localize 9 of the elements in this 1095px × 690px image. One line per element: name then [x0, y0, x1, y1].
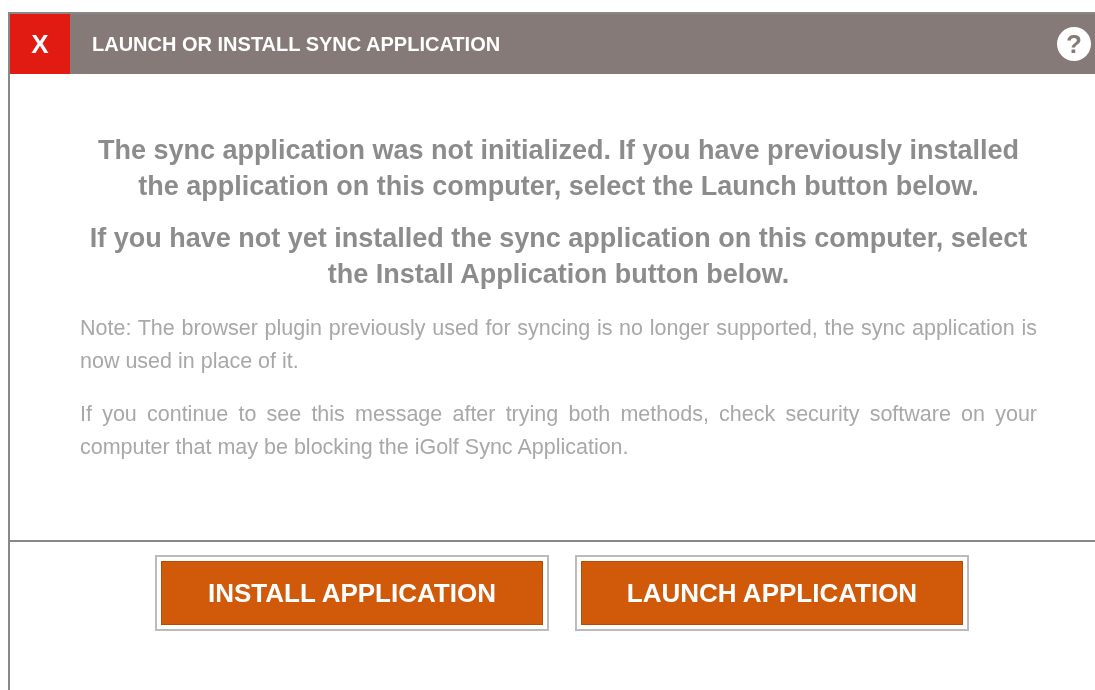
help-button[interactable]: ? [1057, 27, 1091, 61]
dialog-title: LAUNCH OR INSTALL SYNC APPLICATION [92, 32, 502, 56]
instruction-text: The sync application was not initialized. If you have previously installed the application on this computer, select the Launch button below. [96, 134, 1021, 203]
action-button[interactable]: INSTALL APPLICATION [161, 561, 543, 625]
close-button[interactable]: X [10, 14, 70, 74]
note-text: If you continue to see this message after trying both methods, check security software on your computer that may be blocking the iGolf Sync Application. [80, 401, 1037, 461]
instruction-text: If you have not yet installed the sync application on this computer, select the Install Application button below. [88, 222, 1029, 291]
action-button[interactable]: LAUNCH APPLICATION [581, 561, 963, 625]
note-text: Note: The browser plugin previously used for syncing is no longer supported, the sync application is now used in place of it. [80, 315, 1037, 375]
